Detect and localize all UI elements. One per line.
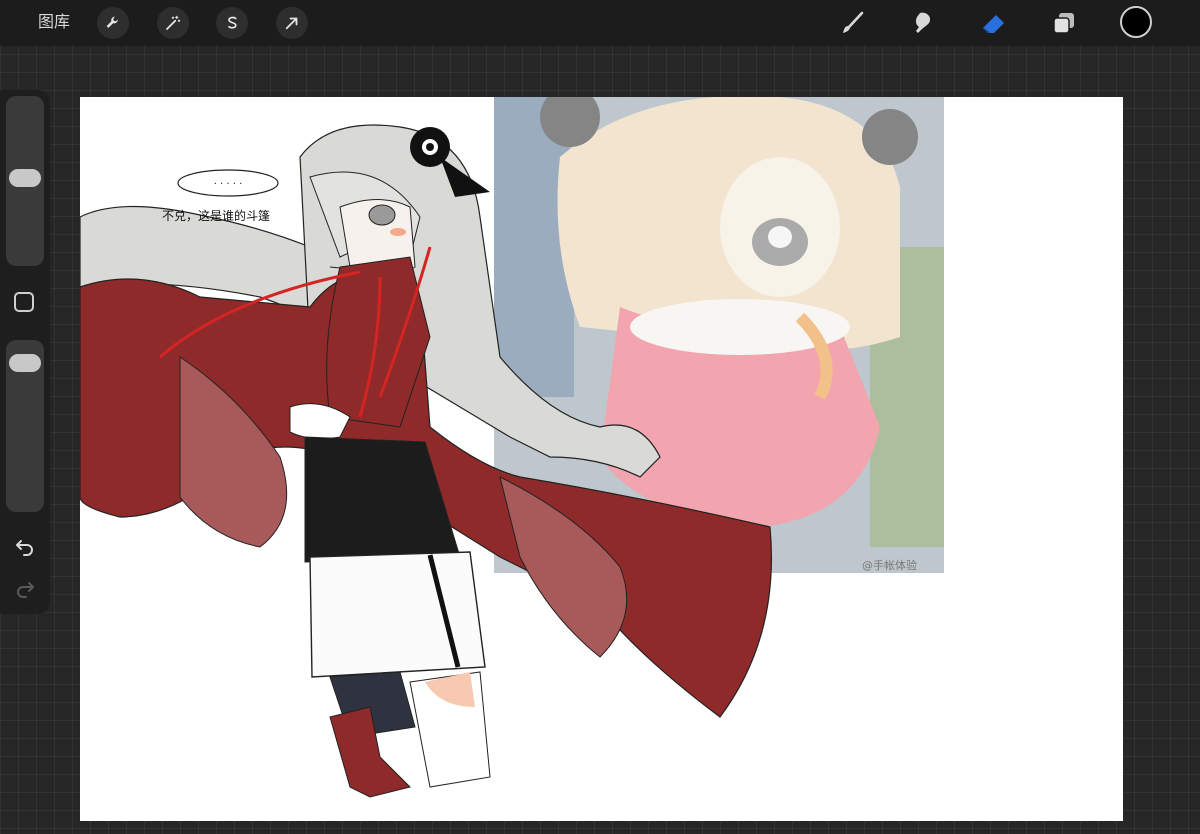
top-toolbar: 图库 (0, 0, 1200, 46)
color-swatch[interactable] (1120, 6, 1152, 38)
layers-button[interactable] (1046, 5, 1082, 41)
opacity-slider[interactable] (6, 340, 44, 512)
undo-button[interactable] (12, 536, 38, 558)
redo-icon (17, 582, 34, 598)
smudge-icon (915, 12, 931, 33)
brush-size-thumb[interactable] (9, 169, 41, 188)
redo-button[interactable] (12, 578, 38, 600)
photo-watermark: @手帐体验 (862, 559, 917, 572)
arrow-cursor-icon (285, 17, 298, 30)
opacity-thumb[interactable] (9, 354, 41, 373)
left-sidebar (0, 90, 50, 614)
selection-s-icon (228, 16, 237, 29)
brush-button[interactable] (834, 5, 870, 41)
gallery-button[interactable]: 图库 (38, 11, 70, 33)
brush-icon (843, 11, 864, 33)
brush-size-slider[interactable] (6, 96, 44, 266)
undo-icon (16, 540, 33, 556)
eraser-icon (982, 15, 1004, 34)
wrench-icon (106, 16, 118, 28)
transform-button[interactable] (276, 7, 308, 39)
adjustments-button[interactable] (157, 7, 189, 39)
actions-button[interactable] (97, 7, 129, 39)
selection-button[interactable] (216, 7, 248, 39)
speech-bubble-text: · · · · · (214, 179, 243, 190)
artwork: · · · · · (80, 97, 944, 798)
layers-icon (1053, 13, 1074, 34)
eraser-button[interactable] (976, 5, 1012, 41)
drawing-canvas[interactable]: · · · · · 不兑，这是谁的斗篷 @手帐体验 (80, 97, 1123, 821)
modify-button[interactable] (14, 292, 34, 312)
canvas-caption: 不兑，这是谁的斗篷 (162, 209, 271, 223)
smudge-button[interactable] (904, 5, 940, 41)
magic-wand-icon (166, 15, 181, 30)
